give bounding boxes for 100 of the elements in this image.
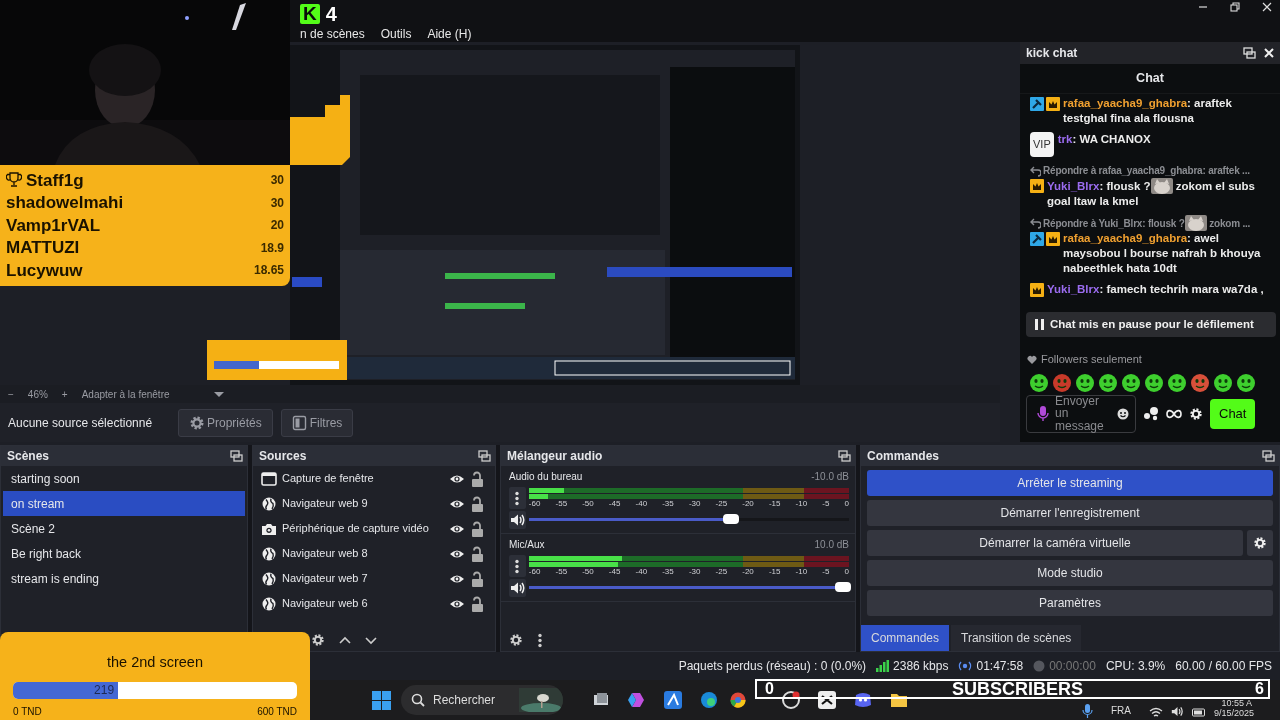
dock-title: Commandes	[867, 448, 940, 465]
up-icon[interactable]	[339, 635, 351, 645]
scene-item[interactable]: stream is ending	[3, 566, 245, 591]
donation-amount: 30	[270, 194, 284, 212]
microphone-icon[interactable]	[1037, 406, 1049, 422]
unlock-icon[interactable]	[470, 470, 485, 487]
menu-item[interactable]: Aide (H)	[427, 25, 472, 43]
close-icon[interactable]	[1264, 48, 1274, 58]
unlock-icon[interactable]	[470, 545, 485, 562]
channel-menu-button[interactable]	[509, 487, 526, 509]
restore-icon[interactable]	[1230, 2, 1240, 12]
wifi-icon[interactable]	[1149, 706, 1163, 718]
unlock-icon[interactable]	[470, 570, 485, 587]
crown-badge-icon	[1030, 283, 1044, 297]
volume-icon[interactable]	[1171, 705, 1184, 718]
message-input[interactable]: Envoyer un message	[1026, 394, 1136, 433]
settings-icon[interactable]	[509, 632, 523, 648]
stream-time: 01:47:58	[976, 658, 1024, 675]
settings-icon[interactable]	[311, 632, 325, 648]
chrome-icon[interactable]	[730, 692, 746, 708]
source-item[interactable]: Navigateur web 9	[282, 495, 444, 512]
logo-text: 4	[325, 2, 337, 27]
mute-button[interactable]	[509, 511, 526, 529]
record-app-icon[interactable]	[782, 691, 800, 709]
reply-arrow-icon	[1030, 217, 1041, 229]
settings-button[interactable]	[1247, 530, 1273, 556]
bubbles-icon[interactable]	[1143, 406, 1159, 422]
menu-item[interactable]: Outils	[380, 25, 412, 43]
emoji-icon[interactable]	[1117, 407, 1129, 420]
pause-banner[interactable]: Chat mis en pause pour le défilement	[1026, 312, 1276, 338]
meter-tick-label: -45	[608, 567, 621, 577]
float-icon[interactable]	[230, 450, 243, 462]
dock-tab[interactable]: Commandes	[861, 625, 950, 651]
settings-icon[interactable]	[1189, 405, 1203, 422]
chat-message: rafaa_yaacha9_ghabra: araftek testghal fina ala flousna	[1063, 96, 1233, 126]
menu-item[interactable]: n de scènes	[300, 25, 365, 43]
clock-date[interactable]: 9/15/2025	[1214, 708, 1252, 718]
fps-counter: 60.00 / 60.00 FPS	[1175, 658, 1272, 675]
caret-icon[interactable]	[213, 391, 224, 397]
float-icon[interactable]	[838, 450, 851, 462]
source-item[interactable]: Navigateur web 8	[282, 545, 444, 562]
channel-menu-button[interactable]	[509, 555, 526, 577]
windows-icon[interactable]	[372, 690, 391, 710]
zoom-out-button[interactable]: −	[8, 386, 14, 402]
command-button[interactable]: Mode studio	[867, 560, 1273, 586]
source-item[interactable]: Périphérique de capture vidéo	[282, 520, 444, 537]
dropped-frames: Paquets perdus (réseau) : 0 (0.0%)	[678, 657, 867, 675]
source-item[interactable]: Navigateur web 7	[282, 570, 444, 587]
scene-item[interactable]: starting soon	[3, 466, 245, 491]
float-icon[interactable]	[1243, 47, 1256, 59]
command-button[interactable]: Arrêter le streaming	[867, 470, 1273, 496]
slider-thumb[interactable]	[722, 514, 739, 524]
mute-button[interactable]	[509, 579, 526, 597]
close-icon[interactable]	[1262, 2, 1272, 12]
source-item[interactable]: Capture de fenêtre	[282, 470, 444, 487]
unlock-icon[interactable]	[470, 495, 485, 512]
send-button[interactable]: Chat	[1210, 399, 1256, 429]
battery-icon[interactable]	[1192, 707, 1206, 718]
kebab-icon[interactable]	[537, 632, 543, 648]
float-icon[interactable]	[1262, 450, 1275, 462]
meter-tick-label: -15	[768, 499, 781, 509]
dock-tab[interactable]: Transition de scènes	[951, 625, 1082, 651]
scene-item[interactable]: on stream	[3, 491, 245, 516]
edge-icon[interactable]	[700, 691, 718, 709]
properties-button[interactable]: Propriétés	[178, 408, 273, 437]
moderator-badge-icon	[1030, 232, 1044, 246]
command-button[interactable]: Paramètres	[867, 590, 1273, 616]
language-indicator[interactable]: FRA	[1111, 703, 1131, 718]
unlock-icon[interactable]	[470, 595, 485, 612]
volume-slider[interactable]	[528, 582, 849, 592]
subscriber-count: 0	[765, 679, 774, 699]
slider-thumb[interactable]	[835, 582, 851, 592]
donor-name: Vamp1rVAL	[6, 214, 101, 237]
zoom-in-button[interactable]: +	[61, 386, 68, 402]
reply-line: Répondre à rafaa_yaacha9_ghabra: araftek ...	[1043, 164, 1250, 178]
donor-name: Lucywuw	[6, 259, 83, 282]
scene-item[interactable]: Scène 2	[3, 516, 245, 541]
reply-line: Répondre à Yuki_Blrx: flousk ? zokom ...	[1043, 215, 1251, 231]
down-icon[interactable]	[365, 635, 377, 645]
float-icon[interactable]	[478, 450, 491, 462]
search-field[interactable]: Rechercher	[401, 685, 563, 715]
scene-item[interactable]: Be right back	[3, 541, 245, 566]
source-item[interactable]: Navigateur web 6	[282, 595, 444, 612]
command-button[interactable]: Démarrer l'enregistrement	[867, 500, 1273, 526]
copilot-icon[interactable]	[628, 691, 646, 709]
donor-name: Staff1g	[26, 169, 84, 192]
microphone-icon[interactable]	[1082, 704, 1093, 718]
filters-button[interactable]: Filtres	[280, 408, 354, 437]
volume-slider[interactable]	[528, 514, 849, 524]
meter-tick-label: -40	[635, 567, 648, 577]
command-button[interactable]: Démarrer la caméra virtuelle	[867, 530, 1243, 556]
fit-dropdown[interactable]: Adapter à la fenêtre	[81, 386, 200, 402]
gear-icon	[189, 414, 204, 431]
speaker-icon	[509, 512, 525, 528]
meter-tick-label: -55	[555, 499, 568, 509]
discord-icon[interactable]	[854, 691, 872, 709]
clock-time[interactable]: 10:55 A	[1214, 698, 1252, 708]
unlock-icon[interactable]	[470, 520, 485, 537]
donor-name: MATTUZI	[6, 237, 80, 259]
editor-icon[interactable]	[664, 691, 682, 709]
